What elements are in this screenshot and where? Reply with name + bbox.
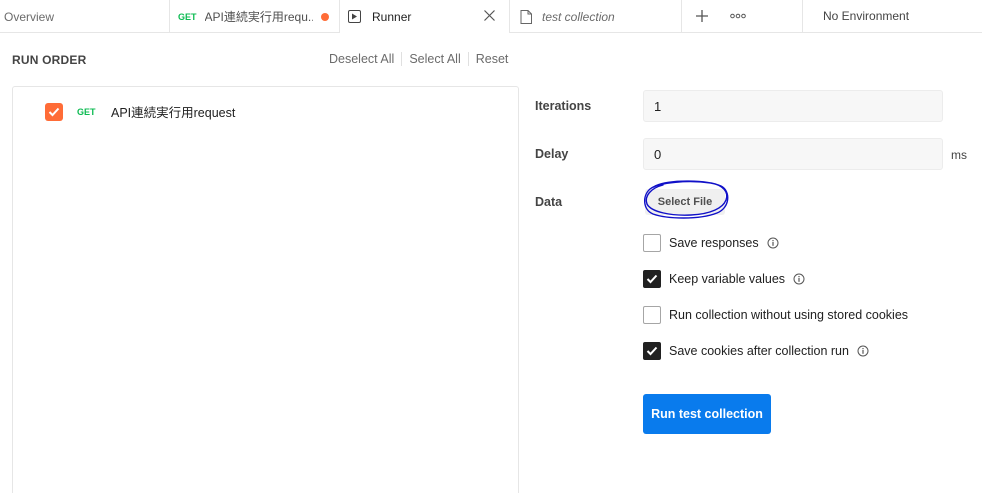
request-list-panel: GET API連続実行用request [12, 86, 519, 493]
tab-runner-label: Runner [372, 9, 412, 24]
run-without-cookies-checkbox[interactable] [643, 306, 661, 324]
run-without-cookies-label: Run collection without using stored cook… [669, 308, 909, 322]
tab-collection[interactable]: test collection [510, 0, 682, 33]
data-label: Data [535, 195, 563, 209]
tab-request[interactable]: GET API連続実行用requ... [170, 0, 340, 33]
keep-variable-values-option[interactable]: Keep variable values [643, 270, 805, 288]
request-checkbox[interactable] [45, 102, 63, 121]
info-icon[interactable] [857, 345, 869, 357]
request-method: GET [77, 106, 96, 117]
check-icon [646, 274, 658, 284]
tab-actions [682, 0, 803, 32]
tab-overview[interactable]: Overview [0, 0, 170, 33]
run-order-actions: Deselect All Select All Reset [329, 52, 508, 66]
tab-bar: Overview GET API連続実行用requ... Runner test… [0, 0, 982, 33]
run-order-heading: RUN ORDER [12, 53, 87, 67]
play-square-icon [348, 10, 361, 23]
plus-icon[interactable] [694, 8, 710, 24]
save-responses-option[interactable]: Save responses [643, 234, 779, 252]
divider [401, 52, 403, 66]
run-without-cookies-option[interactable]: Run collection without using stored cook… [643, 306, 908, 324]
check-icon [646, 346, 658, 356]
close-icon[interactable] [482, 8, 497, 23]
select-all-button[interactable]: Select All [409, 52, 460, 66]
environment-selector[interactable]: No Environment [803, 0, 909, 32]
tab-collection-label: test collection [542, 9, 615, 24]
save-responses-label: Save responses [669, 236, 759, 250]
tab-overview-label: Overview [4, 9, 55, 24]
delay-value: 0 [654, 146, 662, 162]
document-icon [520, 9, 532, 24]
check-icon [48, 107, 60, 116]
iterations-value: 1 [654, 98, 662, 114]
list-item[interactable]: GET API連続実行用request [45, 102, 235, 121]
save-cookies-label: Save cookies after collection run [669, 344, 849, 358]
divider [467, 52, 469, 66]
run-collection-button[interactable]: Run test collection [643, 394, 771, 434]
keep-variable-values-checkbox[interactable] [643, 270, 661, 288]
request-name: API連続実行用request [111, 106, 236, 120]
delay-label: Delay [535, 147, 569, 161]
keep-variable-values-label: Keep variable values [669, 272, 786, 286]
save-cookies-option[interactable]: Save cookies after collection run [643, 342, 869, 360]
iterations-label: Iterations [535, 99, 592, 113]
select-file-button[interactable]: Select File [645, 189, 725, 215]
save-cookies-checkbox[interactable] [643, 342, 661, 360]
delay-input[interactable]: 0 [643, 138, 943, 170]
deselect-all-button[interactable]: Deselect All [329, 52, 394, 66]
unsaved-dot-icon [320, 12, 329, 21]
tab-request-title: API連続実行用requ... [204, 10, 313, 24]
save-responses-checkbox[interactable] [643, 234, 661, 252]
tab-runner[interactable]: Runner [340, 0, 510, 33]
reset-button[interactable]: Reset [476, 52, 509, 66]
info-icon[interactable] [793, 273, 805, 285]
info-icon[interactable] [767, 237, 779, 249]
tab-request-method: GET [178, 11, 197, 22]
delay-unit: ms [951, 148, 967, 162]
more-horizontal-icon[interactable] [730, 8, 748, 24]
environment-label: No Environment [823, 9, 910, 23]
iterations-input[interactable]: 1 [643, 90, 943, 122]
